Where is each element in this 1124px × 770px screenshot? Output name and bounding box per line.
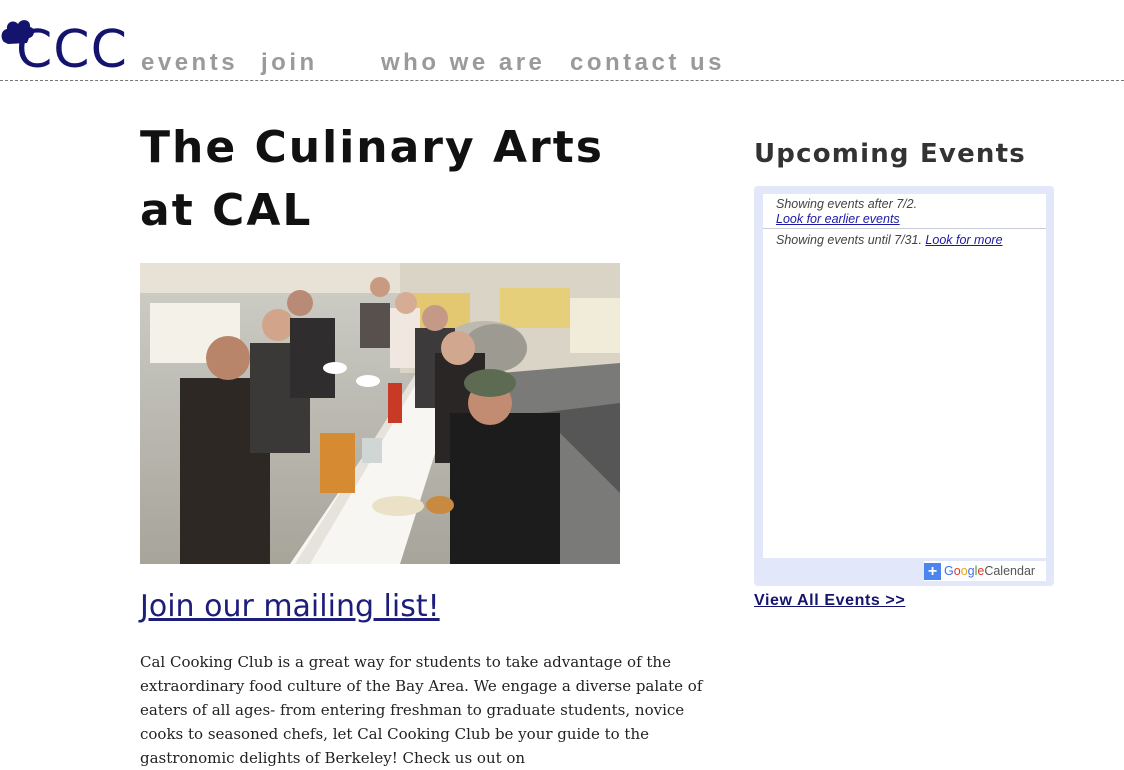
calendar-divider [763,228,1046,229]
view-all-events-link[interactable]: View All Events >> [754,591,905,611]
calendar-after-row: Showing events after 7/2. Look for earli… [763,194,1046,228]
calendar-agenda: Showing events after 7/2. Look for earli… [763,194,1046,558]
plus-icon: + [924,562,941,580]
page-title: The Culinary Arts at CAL [140,122,604,236]
site-logo[interactable]: CCC [0,14,127,76]
nav-join[interactable]: join [261,50,318,76]
nav-events[interactable]: events [141,50,238,76]
calendar-wordmark: Calendar [984,564,1036,578]
nav-contact-us[interactable]: contact us [570,50,725,76]
club-intro-text: Cal Cooking Club is a great way for stud… [140,653,703,767]
calendar-embed: Showing events after 7/2. Look for earli… [754,186,1054,586]
more-events-link[interactable]: Look for more [925,233,1002,247]
calendar-after-text: Showing events after 7/2. [776,197,918,211]
google-calendar-button[interactable]: + Google Calendar [924,561,1046,581]
site-header: CCC events join who we are contact us [0,0,1124,81]
nav-who-we-are[interactable]: who we are [381,50,545,76]
mailing-list-link[interactable]: Join our mailing list! [140,587,440,627]
calendar-until-row: Showing events until 7/31. Look for more [763,231,1046,250]
logo-text: CCC [16,20,128,80]
calendar-until-text: Showing events until 7/31. [776,233,922,247]
upcoming-events-heading: Upcoming Events [754,139,1026,169]
earlier-events-link[interactable]: Look for earlier events [776,212,900,226]
google-wordmark: Google [944,564,985,578]
club-dinner-photo [140,263,620,564]
